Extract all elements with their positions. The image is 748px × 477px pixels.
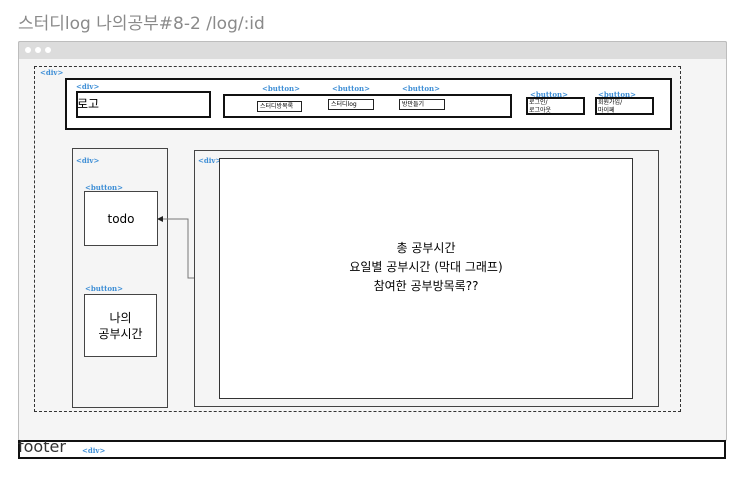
signup-mypage-button[interactable]: 회원가입/ 마이페 — [595, 97, 654, 115]
footer-div-tag: <div> — [82, 446, 106, 455]
outer-div-tag: <div> — [40, 68, 64, 77]
todo-button-tag: <button> — [85, 183, 123, 192]
nav-button-tag: <button> — [262, 84, 300, 93]
page-title: 스터디log 나의공부#8-2 /log/:id — [18, 14, 265, 34]
todo-label: todo — [107, 211, 135, 226]
my-study-time-label-line2: 공부시간 — [98, 326, 143, 341]
daily-study-time-text: 요일별 공부시간 (막대 그래프) — [349, 260, 503, 274]
logout-label: 로그아웃 — [529, 107, 552, 114]
my-study-time-label-line1: 나의 — [109, 310, 132, 325]
study-time-button-tag: <button> — [85, 284, 123, 293]
create-room-button[interactable]: 방만들기 — [399, 99, 445, 110]
mypage-label: 마이페 — [598, 107, 615, 114]
browser-title-bar — [18, 41, 727, 59]
main-div-tag: <div> — [198, 156, 222, 165]
sidebar-div-tag: <div> — [76, 156, 100, 165]
todo-button[interactable]: todo — [84, 191, 158, 246]
login-label: 로그인/ — [529, 99, 548, 106]
window-dot-icon — [45, 47, 51, 53]
window-dot-icon — [35, 47, 41, 53]
footer-label: footer — [18, 437, 66, 456]
window-dot-icon — [25, 47, 31, 53]
study-log-button[interactable]: 스터디log — [328, 99, 374, 110]
logo-label: 로고 — [77, 97, 100, 111]
joined-rooms-text: 참여한 공부방목록?? — [373, 279, 479, 293]
nav-button-tag: <button> — [332, 84, 370, 93]
my-study-time-button[interactable]: 나의 공부시간 — [84, 294, 157, 357]
login-logout-button[interactable]: 로그인/ 로그아웃 — [526, 97, 585, 115]
content-description: 총 공부시간 요일별 공부시간 (막대 그래프) 참여한 공부방목록?? — [219, 239, 633, 296]
study-room-list-button[interactable]: 스터디방목록 — [257, 101, 302, 112]
signup-label: 회원가입/ — [598, 99, 623, 106]
logo-div-tag: <div> — [76, 82, 100, 91]
footer-box — [18, 440, 726, 459]
total-study-time-text: 총 공부시간 — [396, 241, 456, 255]
nav-button-tag: <button> — [402, 84, 440, 93]
